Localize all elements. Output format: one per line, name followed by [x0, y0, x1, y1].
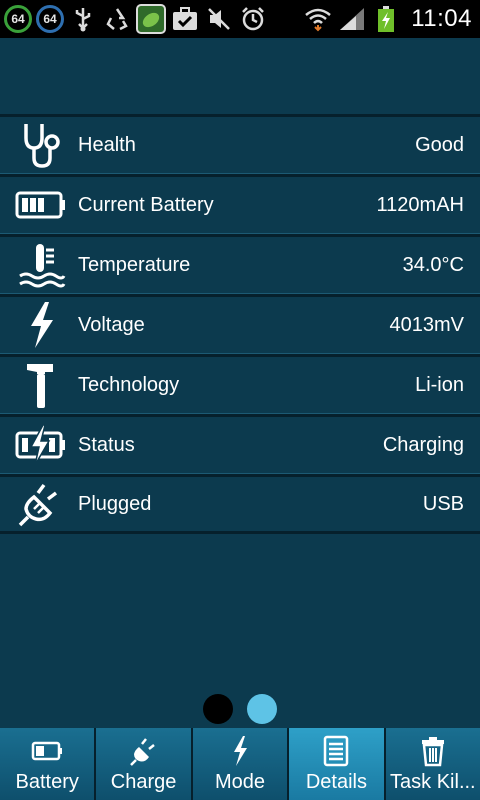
badge-text: 64 — [11, 12, 25, 26]
battery-icon — [10, 177, 72, 233]
detail-value: 4013mV — [389, 313, 465, 336]
app-notification-icon — [136, 4, 166, 34]
mute-icon — [204, 4, 234, 34]
alarm-icon — [238, 4, 268, 34]
detail-value: Good — [415, 133, 464, 156]
thermometer-icon — [10, 237, 72, 293]
briefcase-check-icon — [170, 4, 200, 34]
wifi-icon — [303, 4, 333, 34]
status-bar: 64 64 11:04 — [0, 0, 480, 38]
detail-label: Voltage — [78, 313, 145, 336]
plug-icon — [10, 476, 72, 532]
status-bar-system: 11:04 — [303, 4, 480, 34]
usb-icon — [68, 4, 98, 34]
badge-text: 64 — [43, 12, 57, 26]
tab-label: Task Kil... — [390, 771, 476, 793]
detail-value: Charging — [382, 433, 464, 456]
detail-value: 1120mAH — [376, 193, 464, 216]
page-dot-2[interactable] — [247, 694, 277, 724]
header-area — [0, 38, 480, 114]
detail-row-temperature: Temperature 34.0°C — [0, 234, 480, 294]
detail-row-status: Status Charging — [0, 414, 480, 474]
detail-row-voltage: Voltage 4013mV — [0, 294, 480, 354]
plug-icon — [124, 733, 164, 769]
notification-badge-64-blue: 64 — [36, 5, 64, 33]
detail-label: Status — [78, 433, 135, 456]
page-indicator — [0, 694, 480, 726]
lightning-icon — [220, 733, 260, 769]
detail-label: Temperature — [78, 253, 191, 276]
bottom-tab-bar: Battery Charge Mode Details Task Kil... — [0, 728, 480, 800]
charging-battery-icon — [10, 417, 72, 473]
trash-icon — [413, 733, 453, 769]
tab-battery[interactable]: Battery — [0, 728, 97, 800]
detail-label: Plugged — [78, 492, 152, 515]
detail-row-plugged: Plugged USB — [0, 474, 480, 534]
notification-badge-64-green: 64 — [4, 5, 32, 33]
tab-charge[interactable]: Charge — [96, 728, 193, 800]
detail-value: USB — [422, 492, 464, 515]
status-bar-notifications: 64 64 — [0, 4, 268, 34]
document-icon — [316, 733, 356, 769]
lightning-icon — [10, 297, 72, 353]
app-root: 64 64 11:04 Health Good Current Battery … — [0, 0, 480, 800]
tab-label: Charge — [110, 771, 177, 793]
clock-time: 11:04 — [411, 5, 472, 32]
detail-row-health: Health Good — [0, 114, 480, 174]
recycle-icon — [102, 4, 132, 34]
battery-icon — [27, 733, 67, 769]
detail-value: 34.0°C — [402, 253, 464, 276]
detail-label: Health — [78, 133, 136, 156]
detail-label: Technology — [78, 373, 180, 396]
tab-label: Details — [305, 771, 367, 793]
detail-row-technology: Technology Li-ion — [0, 354, 480, 414]
tab-mode[interactable]: Mode — [192, 728, 290, 800]
tab-label: Battery — [15, 771, 79, 793]
tab-task-killer[interactable]: Task Kil... — [385, 728, 480, 800]
battery-charging-status-icon — [371, 4, 401, 34]
tab-details[interactable]: Details — [289, 728, 386, 800]
detail-label: Current Battery — [78, 193, 214, 216]
tab-label: Mode — [215, 771, 266, 793]
stethoscope-icon — [10, 117, 72, 173]
detail-row-current-battery: Current Battery 1120mAH — [0, 174, 480, 234]
page-dot-1[interactable] — [203, 694, 233, 724]
detail-value: Li-ion — [415, 373, 464, 396]
hammer-icon — [10, 357, 72, 413]
details-list: Health Good Current Battery 1120mAH Temp… — [0, 114, 480, 534]
signal-icon — [337, 4, 367, 34]
